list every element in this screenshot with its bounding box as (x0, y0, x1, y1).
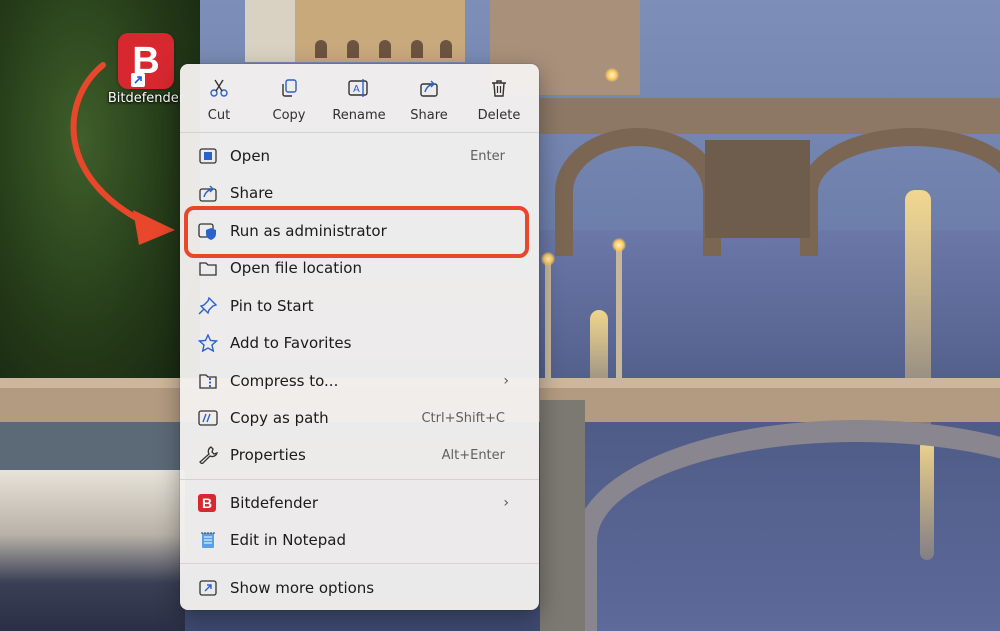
svg-text:A: A (353, 84, 360, 95)
menu-item-show-more-options[interactable]: Show more options (186, 571, 533, 605)
menu-item-compress-to[interactable]: Compress to... › (186, 364, 533, 398)
lamp-glow (612, 238, 626, 252)
chevron-right-icon: › (503, 373, 509, 389)
street-lamp (545, 262, 551, 382)
copy-button[interactable]: Copy (256, 70, 322, 128)
menu-item-open[interactable]: Open Enter (186, 139, 533, 173)
bitdefender-icon: B (198, 494, 216, 512)
share-icon (199, 185, 217, 202)
bridge-pier (540, 400, 585, 631)
menu-separator (180, 563, 539, 564)
trash-icon (492, 80, 506, 97)
zip-folder-icon (199, 374, 217, 389)
menu-item-share[interactable]: Share (186, 176, 533, 210)
bridge-arch (800, 128, 1000, 256)
folder-icon (199, 262, 217, 276)
lamp-glow (605, 68, 619, 82)
menu-item-add-to-favorites[interactable]: Add to Favorites (186, 326, 533, 360)
boats (0, 470, 185, 631)
rename-button[interactable]: A Rename (326, 70, 392, 128)
lamp-glow (541, 252, 555, 266)
delete-button[interactable]: Delete (466, 70, 532, 128)
building (245, 0, 297, 62)
menu-item-bitdefender[interactable]: B Bitdefender › (186, 486, 533, 520)
menu-item-copy-as-path[interactable]: Copy as path Ctrl+Shift+C (186, 401, 533, 435)
quick-action-bar: Cut Copy A Rename Share Delete (180, 64, 539, 132)
share-button[interactable]: Share (396, 70, 462, 128)
highlight-outline (184, 206, 529, 258)
cut-button[interactable]: Cut (186, 70, 252, 128)
building (295, 0, 465, 62)
copy-icon (282, 79, 297, 97)
menu-separator (180, 479, 539, 480)
rename-icon: A (348, 79, 368, 97)
notepad-icon (201, 532, 215, 548)
scissors-icon (210, 79, 228, 97)
share-icon (420, 80, 438, 97)
pin-icon (198, 297, 218, 315)
menu-separator (180, 132, 539, 133)
menu-item-properties[interactable]: Properties Alt+Enter (186, 438, 533, 472)
wrench-icon (199, 446, 218, 464)
chevron-right-icon: › (503, 495, 509, 511)
menu-item-pin-to-start[interactable]: Pin to Start (186, 289, 533, 323)
menu-item-edit-in-notepad[interactable]: Edit in Notepad (186, 523, 533, 557)
bridge-pier (705, 140, 810, 238)
more-options-icon (199, 580, 217, 596)
open-icon (199, 148, 217, 164)
street-lamp (616, 248, 622, 382)
star-icon (198, 334, 218, 352)
bridge-arch (555, 128, 721, 256)
path-icon (198, 410, 218, 426)
context-menu: Cut Copy A Rename Share Delete Open Ente… (180, 64, 539, 610)
